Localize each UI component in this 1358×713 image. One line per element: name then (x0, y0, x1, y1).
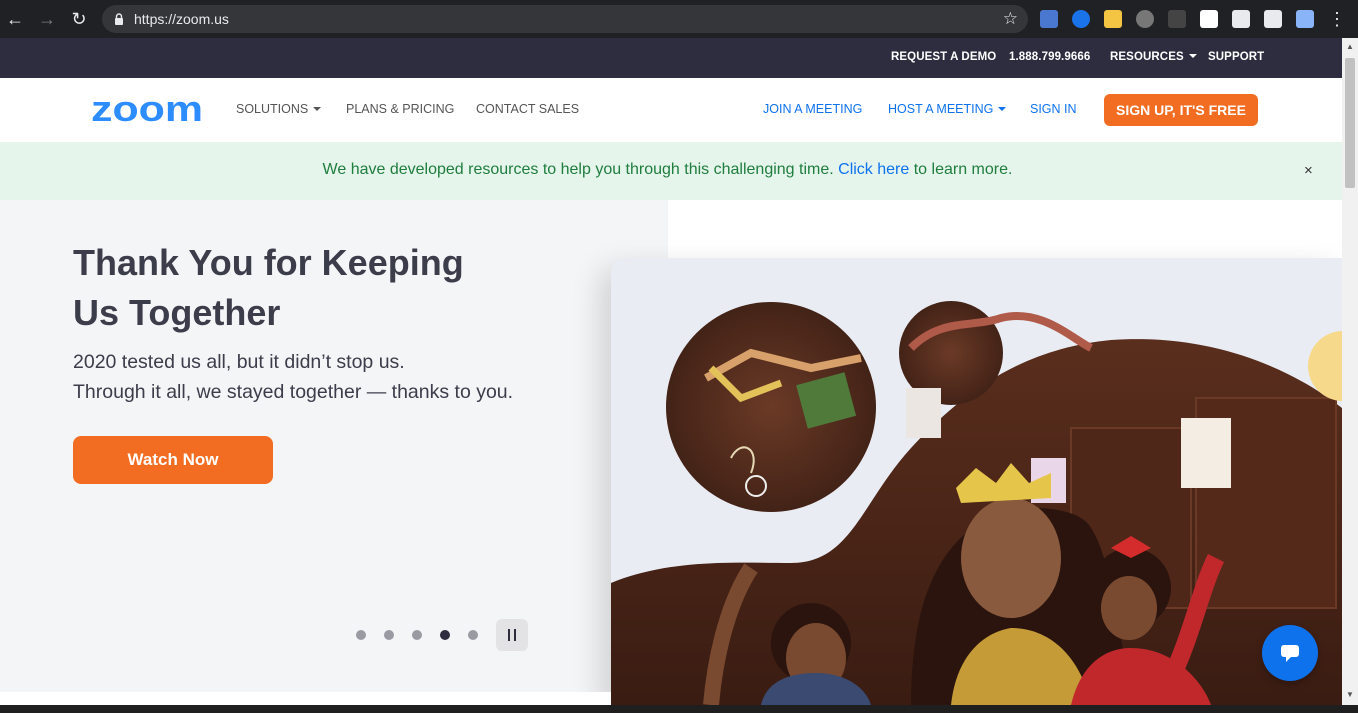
host-meeting-menu[interactable]: HOST A MEETING (888, 102, 1007, 116)
utility-bar: REQUEST A DEMO 1.888.799.9666 RESOURCES … (0, 38, 1342, 78)
bookmark-star-icon[interactable]: ☆ (1003, 9, 1018, 29)
svg-text:zoom: zoom (91, 94, 203, 124)
scroll-thumb[interactable] (1345, 58, 1355, 188)
resources-label: RESOURCES (1110, 51, 1184, 63)
hero-subtitle-line1: 2020 tested us all, but it didn’t stop u… (73, 351, 405, 373)
resources-menu[interactable]: RESOURCES (1110, 51, 1197, 63)
forward-arrow-icon[interactable]: → (36, 8, 58, 30)
family-photo-image (611, 301, 1342, 705)
carousel-dot-4[interactable] (440, 630, 450, 640)
carousel-dot-1[interactable] (356, 630, 366, 640)
puzzle-extensions-icon[interactable] (1232, 10, 1250, 28)
browser-toolbar: ← → ↻ https://zoom.us ☆ ⋮ (0, 0, 1358, 38)
translate-extension-icon[interactable] (1040, 10, 1058, 28)
hero-subtitle: 2020 tested us all, but it didn’t stop u… (73, 347, 513, 407)
sign-up-button[interactable]: SIGN UP, IT'S FREE (1104, 94, 1258, 126)
zoom-logo[interactable]: zoom (91, 94, 203, 124)
json-extension-icon[interactable] (1168, 10, 1186, 28)
announcement-banner: We have developed resources to help you … (0, 142, 1342, 200)
banner-click-here-link[interactable]: Click here (838, 161, 909, 178)
more-vert-icon[interactable]: ⋮ (1326, 8, 1348, 30)
chevron-down-icon (313, 107, 322, 111)
main-navigation: zoom SOLUTIONS PLANS & PRICING CONTACT S… (0, 78, 1342, 142)
page-scrollbar[interactable]: ▲ ▼ (1342, 38, 1358, 705)
join-meeting-link[interactable]: JOIN A MEETING (763, 102, 862, 116)
close-icon[interactable]: × (1304, 162, 1313, 179)
plans-pricing-link[interactable]: PLANS & PRICING (346, 102, 454, 116)
watch-now-button[interactable]: Watch Now (73, 436, 273, 484)
calendar-extension-icon[interactable] (1200, 10, 1218, 28)
sign-in-link[interactable]: SIGN IN (1030, 102, 1077, 116)
reload-icon[interactable]: ↻ (68, 8, 90, 30)
banner-rest-text: to learn more. (913, 161, 1013, 178)
hero-title: Thank You for Keeping Us Together (73, 242, 464, 333)
support-link[interactable]: SUPPORT (1208, 51, 1264, 63)
solutions-label: SOLUTIONS (236, 102, 309, 116)
hero-subtitle-line2: Through it all, we stayed together — tha… (73, 381, 514, 403)
pause-icon (508, 629, 510, 641)
chat-bubble-icon (1281, 645, 1299, 662)
chevron-down-icon (998, 107, 1007, 111)
os-taskbar (0, 705, 1358, 713)
carousel-pause-button[interactable] (496, 619, 528, 651)
chevron-down-icon (1188, 54, 1197, 58)
lock-icon (115, 13, 123, 25)
carousel-dot-5[interactable] (468, 630, 478, 640)
chat-button[interactable] (1262, 625, 1318, 681)
request-demo-link[interactable]: REQUEST A DEMO (891, 51, 996, 63)
banner-text: We have developed resources to help you … (322, 161, 834, 178)
banner-message: We have developed resources to help you … (0, 161, 1335, 179)
carousel-dot-2[interactable] (384, 630, 394, 640)
code-extension-icon[interactable] (1296, 10, 1314, 28)
next-section-edge (0, 692, 611, 705)
pause-icon-bar (514, 629, 516, 641)
carousel-dot-3[interactable] (412, 630, 422, 640)
globe-extension-icon[interactable] (1072, 10, 1090, 28)
bulb-extension-icon[interactable] (1104, 10, 1122, 28)
hero-image-card (611, 258, 1342, 705)
scroll-down-arrow-icon[interactable]: ▼ (1346, 690, 1354, 699)
target-extension-icon[interactable] (1136, 10, 1154, 28)
address-bar[interactable]: https://zoom.us ☆ (102, 5, 1028, 33)
phone-link[interactable]: 1.888.799.9666 (1009, 51, 1090, 63)
contact-sales-link[interactable]: CONTACT SALES (476, 102, 579, 116)
media-queue-icon[interactable] (1264, 10, 1282, 28)
url-text[interactable]: https://zoom.us (134, 11, 229, 27)
scroll-up-arrow-icon[interactable]: ▲ (1346, 42, 1354, 51)
solutions-menu[interactable]: SOLUTIONS (236, 102, 322, 116)
back-arrow-icon[interactable]: ← (4, 8, 26, 30)
host-meeting-label: HOST A MEETING (888, 102, 994, 116)
